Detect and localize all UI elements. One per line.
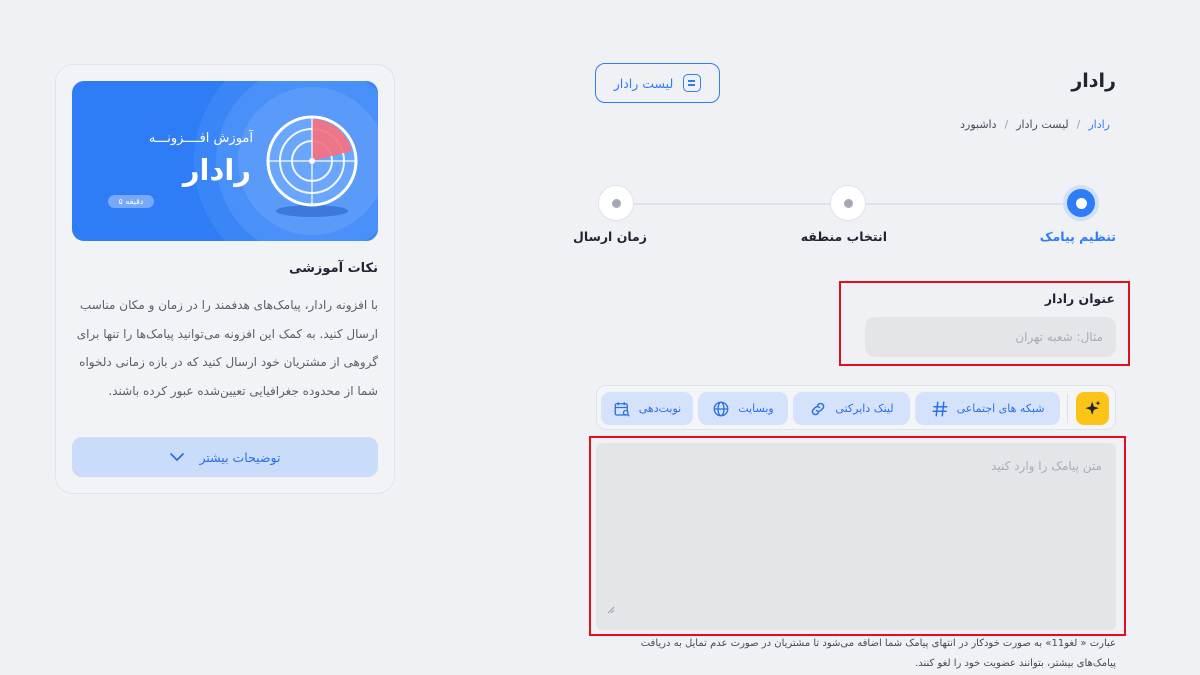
breadcrumb: داشبورد / لیست رادار / رادار: [960, 118, 1110, 131]
ai-assist-button[interactable]: [1076, 392, 1109, 425]
website-chip-label: وبسایت: [738, 402, 774, 415]
page-title: رادار: [1071, 70, 1116, 92]
breadcrumb-current: رادار: [1088, 118, 1110, 131]
tips-title: نکات آموزشی: [289, 261, 378, 276]
resize-handle-icon[interactable]: [606, 605, 615, 614]
hashtag-icon: [932, 401, 948, 416]
sparkle-icon: [1085, 400, 1100, 415]
toolbar-divider: [1067, 394, 1068, 423]
direct-link-chip-label: لینک دایرکتی: [835, 402, 894, 415]
radar-title-label: عنوان رادار: [1044, 291, 1115, 306]
more-details-button[interactable]: توضیحات بیشتر: [72, 437, 378, 477]
step-send-time-label: زمان ارسال: [573, 229, 647, 244]
link-icon: [812, 402, 825, 415]
calendar-search-icon: [614, 401, 630, 417]
tips-card: آموزش افــــزونـــه رادار ۵ دقیقه نکات آ…: [55, 64, 395, 494]
tutorial-banner[interactable]: آموزش افــــزونـــه رادار ۵ دقیقه: [72, 81, 378, 241]
step-sms-settings-indicator[interactable]: [1063, 185, 1099, 221]
message-textarea[interactable]: [596, 443, 1116, 630]
step-area-selection-label: انتخاب منطقه: [800, 229, 887, 244]
list-icon: [683, 74, 702, 92]
radar-list-button-label: لیست رادار: [613, 75, 674, 91]
banner-subtitle: آموزش افــــزونـــه: [148, 131, 253, 146]
banner-title: رادار: [182, 153, 251, 187]
social-networks-chip[interactable]: شبکه های اجتماعی: [915, 392, 1060, 425]
opt-out-note: عبارت « لغو11» به صورت خودکار در انتهای …: [640, 638, 1116, 669]
breadcrumb-separator: /: [1076, 118, 1081, 131]
breadcrumb-dashboard[interactable]: داشبورد: [960, 118, 996, 131]
stepper-connector: [866, 203, 1063, 205]
step-send-time-indicator[interactable]: [598, 185, 634, 221]
step-sms-settings-label: تنظیم پیامک: [1039, 229, 1116, 244]
chevron-down-icon: [170, 453, 185, 461]
social-networks-chip-label: شبکه های اجتماعی: [956, 402, 1045, 415]
step-area-selection-indicator[interactable]: [830, 185, 866, 221]
website-chip[interactable]: وبسایت: [698, 392, 788, 425]
appointment-chip[interactable]: نوبت‌دهی: [601, 392, 693, 425]
stepper-connector: [634, 203, 830, 205]
tips-text: با افزونه رادار، پیامک‌های هدفمند را در …: [76, 298, 378, 398]
more-details-button-label: توضیحات بیشتر: [199, 449, 281, 465]
banner-duration-badge: ۵ دقیقه: [108, 195, 154, 208]
radar-list-button[interactable]: لیست رادار: [595, 63, 720, 103]
message-toolbar: شبکه های اجتماعی لینک دایرکتی وبسایت نوب…: [596, 385, 1116, 430]
globe-icon: [713, 401, 729, 416]
breadcrumb-separator: /: [1004, 118, 1009, 131]
direct-link-chip[interactable]: لینک دایرکتی: [793, 392, 910, 425]
radar-title-input[interactable]: [865, 317, 1116, 357]
appointment-chip-label: نوبت‌دهی: [638, 402, 682, 415]
breadcrumb-radar-list[interactable]: لیست رادار: [1016, 118, 1068, 131]
